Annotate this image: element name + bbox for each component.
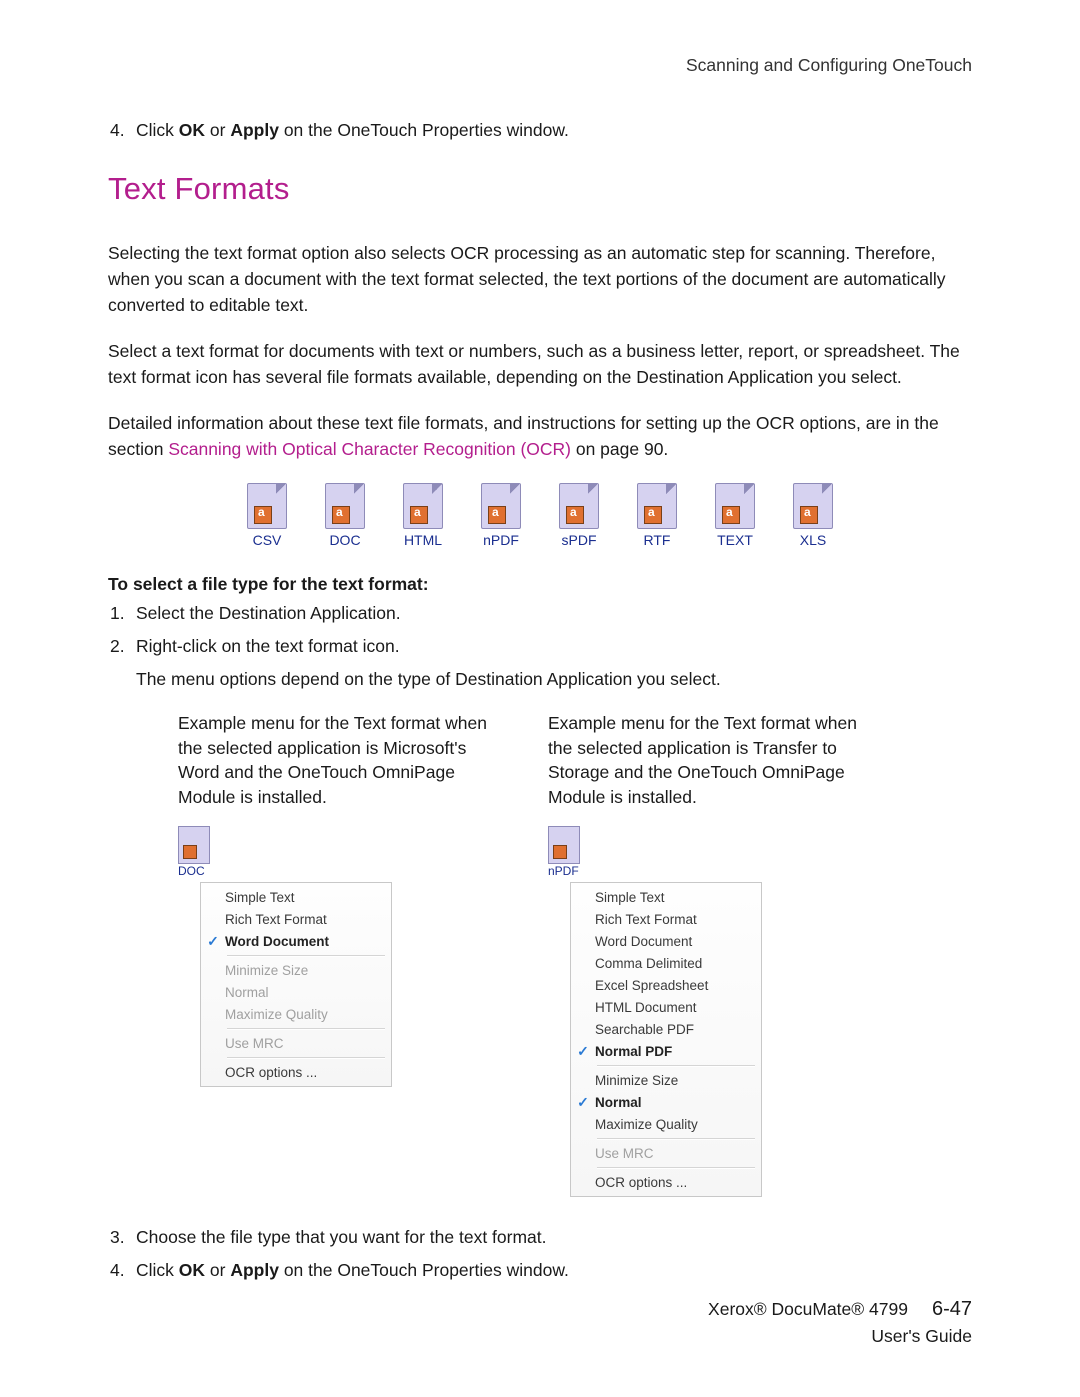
menu-item-comma-delimited[interactable]: Comma Delimited — [571, 952, 761, 974]
left-caption: Example menu for the Text format when th… — [178, 711, 498, 810]
menu-item-html-document[interactable]: HTML Document — [571, 996, 761, 1018]
apply-label: Apply — [230, 1260, 279, 1280]
right-format-icon: nPDF — [548, 826, 868, 878]
ok-label: OK — [179, 1260, 205, 1280]
check-icon: ✓ — [571, 1043, 595, 1060]
menu-item-excel-spreadsheet[interactable]: Excel Spreadsheet — [571, 974, 761, 996]
file-icon — [793, 483, 833, 529]
menu-item-maximize-quality[interactable]: Maximize Quality — [571, 1113, 761, 1135]
menu-item-normal-pdf[interactable]: ✓Normal PDF — [571, 1040, 761, 1062]
file-icon — [548, 826, 580, 864]
step-number: 3. — [110, 1225, 136, 1250]
ok-label: OK — [179, 120, 205, 140]
menu-separator — [227, 1057, 385, 1058]
menu-item-rich-text[interactable]: Rich Text Format — [201, 908, 391, 930]
menu-item-word-document[interactable]: ✓Word Document — [201, 930, 391, 952]
menu-item-word-document[interactable]: Word Document — [571, 930, 761, 952]
step-text: Choose the file type that you want for t… — [136, 1225, 972, 1250]
step-number: 2. — [110, 634, 136, 659]
menu-item-rich-text[interactable]: Rich Text Format — [571, 908, 761, 930]
context-menu-right: Simple Text Rich Text Format Word Docume… — [570, 882, 762, 1197]
step-number: 4. — [110, 118, 136, 143]
file-icon — [559, 483, 599, 529]
menu-item-searchable-pdf[interactable]: Searchable PDF — [571, 1018, 761, 1040]
format-rtf: RTF — [627, 483, 687, 548]
apply-label: Apply — [230, 120, 279, 140]
paragraph-2: Select a text format for documents with … — [108, 339, 972, 391]
step-3: 3. Choose the file type that you want fo… — [108, 1225, 972, 1250]
file-icon — [715, 483, 755, 529]
format-label: DOC — [329, 532, 360, 548]
format-spdf: sPDF — [549, 483, 609, 548]
format-csv: CSV — [237, 483, 297, 548]
left-format-icon: DOC — [178, 826, 498, 878]
menu-item-minimize-size: Minimize Size — [201, 959, 391, 981]
menu-item-normal: Normal — [201, 981, 391, 1003]
format-label: sPDF — [562, 532, 597, 548]
menu-item-maximize-quality: Maximize Quality — [201, 1003, 391, 1025]
file-icon — [178, 826, 210, 864]
example-right-column: Example menu for the Text format when th… — [548, 711, 868, 1197]
format-doc: DOC — [315, 483, 375, 548]
menu-separator — [227, 955, 385, 956]
paragraph-1: Selecting the text format option also se… — [108, 241, 972, 319]
check-icon: ✓ — [201, 933, 225, 950]
product-name: Xerox® DocuMate® 4799 — [708, 1297, 908, 1322]
file-icon — [637, 483, 677, 529]
menu-separator — [597, 1065, 755, 1066]
check-icon: ✓ — [571, 1094, 595, 1111]
page-number: 6-47 — [932, 1295, 972, 1324]
format-label: nPDF — [483, 532, 519, 548]
right-icon-label: nPDF — [548, 864, 868, 878]
menu-item-ocr-options[interactable]: OCR options ... — [201, 1061, 391, 1083]
right-caption: Example menu for the Text format when th… — [548, 711, 868, 810]
step-2: 2. Right-click on the text format icon. — [108, 634, 972, 659]
step-text: Select the Destination Application. — [136, 601, 972, 626]
menu-item-use-mrc: Use MRC — [201, 1032, 391, 1054]
menu-item-minimize-size[interactable]: Minimize Size — [571, 1069, 761, 1091]
format-npdf: nPDF — [471, 483, 531, 548]
menu-separator — [597, 1138, 755, 1139]
format-xls: XLS — [783, 483, 843, 548]
context-menu-left: Simple Text Rich Text Format ✓Word Docum… — [200, 882, 392, 1087]
paragraph-3: Detailed information about these text fi… — [108, 411, 972, 463]
menu-item-simple-text[interactable]: Simple Text — [201, 886, 391, 908]
breadcrumb: Scanning and Configuring OneTouch — [686, 55, 972, 75]
menu-item-use-mrc: Use MRC — [571, 1142, 761, 1164]
file-icon — [481, 483, 521, 529]
format-html: HTML — [393, 483, 453, 548]
menu-separator — [227, 1028, 385, 1029]
footer-subtitle: User's Guide — [708, 1324, 972, 1349]
format-label: TEXT — [717, 532, 753, 548]
step-text: Click OK or Apply on the OneTouch Proper… — [136, 118, 972, 143]
step-text: Click OK or Apply on the OneTouch Proper… — [136, 1258, 972, 1283]
page-header: Scanning and Configuring OneTouch — [108, 55, 972, 76]
format-label: XLS — [800, 532, 826, 548]
format-icon-row: CSV DOC HTML nPDF sPDF RTF TEXT XLS — [108, 483, 972, 548]
format-label: HTML — [404, 532, 442, 548]
format-text: TEXT — [705, 483, 765, 548]
format-label: RTF — [644, 532, 671, 548]
step-1: 1. Select the Destination Application. — [108, 601, 972, 626]
step-4: 4. Click OK or Apply on the OneTouch Pro… — [108, 1258, 972, 1283]
page-footer: Xerox® DocuMate® 4799 6-47 User's Guide — [708, 1295, 972, 1349]
left-icon-label: DOC — [178, 864, 498, 878]
menu-item-simple-text[interactable]: Simple Text — [571, 886, 761, 908]
select-filetype-heading: To select a file type for the text forma… — [108, 574, 972, 595]
file-icon — [325, 483, 365, 529]
file-icon — [403, 483, 443, 529]
step-number: 1. — [110, 601, 136, 626]
ocr-link[interactable]: Scanning with Optical Character Recognit… — [168, 439, 571, 459]
menu-item-normal[interactable]: ✓Normal — [571, 1091, 761, 1113]
step-number: 4. — [110, 1258, 136, 1283]
step-text: Right-click on the text format icon. — [136, 634, 972, 659]
menu-item-ocr-options[interactable]: OCR options ... — [571, 1171, 761, 1193]
intro-step-4: 4. Click OK or Apply on the OneTouch Pro… — [108, 118, 972, 143]
menu-separator — [597, 1167, 755, 1168]
file-icon — [247, 483, 287, 529]
example-left-column: Example menu for the Text format when th… — [178, 711, 498, 1197]
section-heading: Text Formats — [108, 171, 972, 207]
format-label: CSV — [253, 532, 282, 548]
step-note: The menu options depend on the type of D… — [136, 667, 972, 692]
